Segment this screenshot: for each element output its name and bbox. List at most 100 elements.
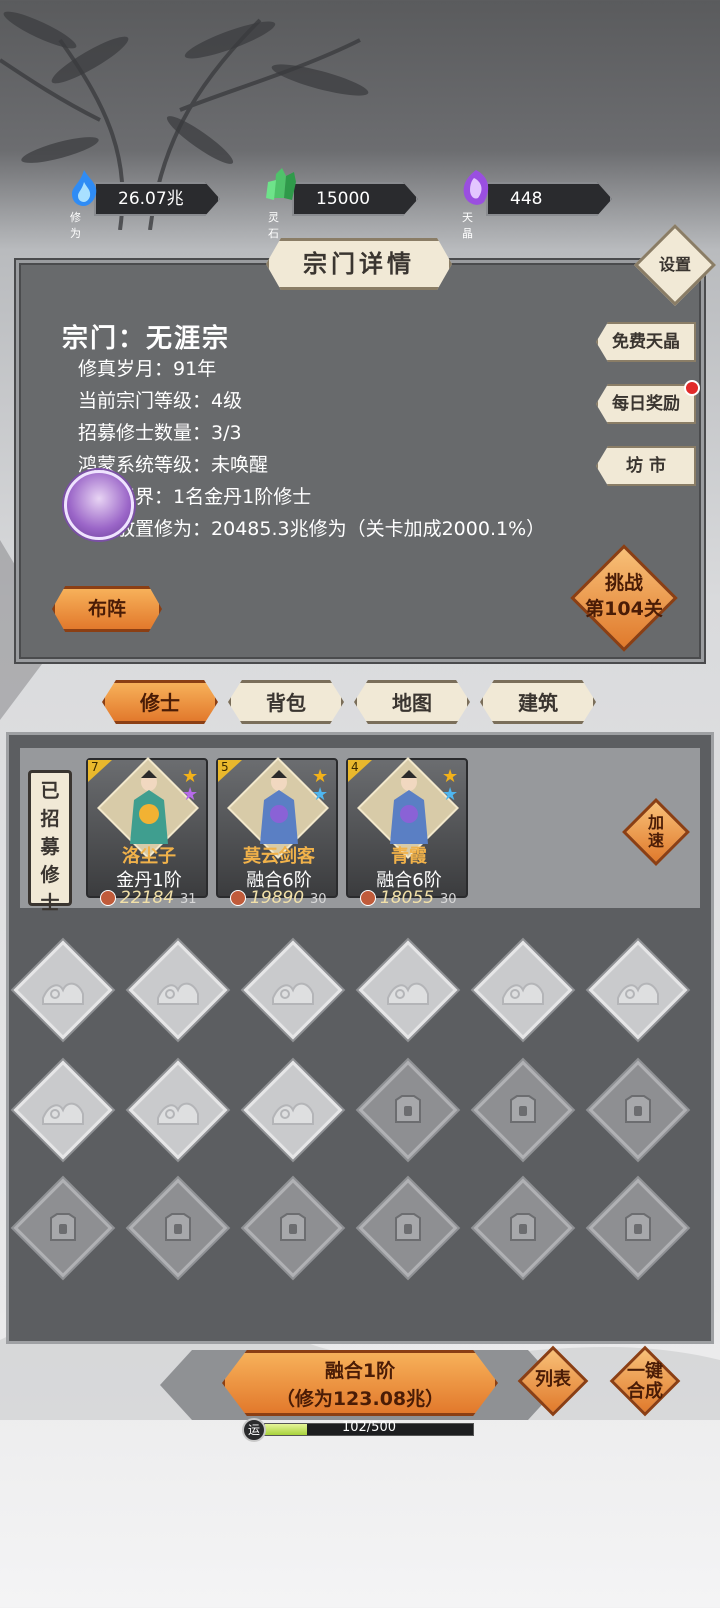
- blue-star-icon: ★: [312, 784, 329, 805]
- resource-label: 修为: [70, 211, 81, 240]
- locked-slot[interactable]: [588, 1060, 688, 1160]
- speedup-button[interactable]: 加速: [622, 798, 690, 866]
- power-icon: [230, 890, 246, 906]
- sect-name: 宗门：无涯宗: [62, 324, 231, 354]
- challenge-line1: 挑战: [604, 572, 643, 594]
- tab-backpack[interactable]: 背包: [228, 680, 344, 724]
- cloud-wave-icon: [502, 982, 544, 1005]
- locked-slot[interactable]: [358, 1178, 458, 1278]
- cloud-wave-icon: [42, 982, 84, 1005]
- lock-icon: [50, 1213, 76, 1241]
- info-key: 修真岁月：: [78, 358, 174, 380]
- empty-slot[interactable]: [13, 940, 113, 1040]
- one-click-merge-button[interactable]: 一键合成: [609, 1345, 681, 1417]
- lock-icon: [395, 1213, 421, 1241]
- empty-slot[interactable]: [588, 940, 688, 1040]
- info-value: 20485.3兆修为（关卡加成2000.1%）: [211, 518, 546, 540]
- cultivator-portrait: [390, 770, 428, 844]
- cultivator-count: 31: [180, 892, 197, 907]
- info-value: 91年: [173, 358, 217, 380]
- cloud-wave-icon: [157, 982, 199, 1005]
- info-value: 1名金丹1阶修士: [173, 486, 312, 508]
- daily-reward-button[interactable]: 每日奖励: [596, 384, 696, 424]
- recruited-label: 已招募修士: [28, 770, 72, 914]
- one-click-label-text: 一键合成: [627, 1361, 663, 1402]
- power-icon: [360, 890, 376, 906]
- lock-icon: [280, 1213, 306, 1241]
- tab-buildings[interactable]: 建筑: [480, 680, 596, 724]
- luck-icon: 运: [242, 1418, 266, 1442]
- cultivator-name: 洛尘子: [122, 846, 176, 867]
- blue-star-icon: ★: [442, 784, 459, 805]
- merge-line2: （修为123.08兆）: [275, 1388, 445, 1410]
- info-value: 3/3: [211, 422, 242, 444]
- cloud-wave-icon: [272, 982, 314, 1005]
- cultivator-count: 30: [440, 892, 457, 907]
- speedup-label: 加速: [632, 814, 680, 850]
- cultivator-power: 18055: [380, 888, 435, 908]
- cultivator-portrait: [130, 770, 168, 844]
- speedup-label-text: 加速: [647, 813, 664, 850]
- merge-button[interactable]: 融合1阶 （修为123.08兆）: [222, 1350, 498, 1416]
- locked-slot[interactable]: [243, 1178, 343, 1278]
- cultivator-card[interactable]: 5 ★ ★ 莫云剑客 融合6阶 19890 30: [216, 757, 338, 908]
- resource-label: 灵石: [268, 211, 279, 240]
- formation-button[interactable]: 布阵: [52, 586, 162, 632]
- challenge-button[interactable]: 挑战 第104关: [570, 544, 678, 652]
- list-button[interactable]: 列表: [517, 1345, 589, 1417]
- empty-slot[interactable]: [243, 1060, 343, 1160]
- locked-slot[interactable]: [473, 1178, 573, 1278]
- resource-value: 448: [486, 182, 612, 216]
- resource-value: 15000: [292, 182, 418, 216]
- locked-slot[interactable]: [358, 1060, 458, 1160]
- info-value: 未唤醒: [211, 454, 269, 476]
- cultivator-card[interactable]: 7 ★ ★ 洛尘子 金丹1阶 22184 31: [86, 757, 208, 908]
- market-button[interactable]: 坊 市: [596, 446, 696, 486]
- info-key: 当前宗门等级：: [78, 390, 212, 412]
- locked-slot[interactable]: [13, 1178, 113, 1278]
- level-badge: 5: [218, 760, 242, 782]
- cultivator-portrait: [260, 770, 298, 844]
- empty-slot[interactable]: [473, 940, 573, 1040]
- info-years: 修真岁月：91年: [78, 354, 216, 381]
- cloud-wave-icon: [42, 1102, 84, 1125]
- locked-slot[interactable]: [128, 1178, 228, 1278]
- luck-progress-text: 102/500: [341, 1420, 396, 1435]
- cultivator-card[interactable]: 4 ★ ★ 青霞 融合6阶 18055 30: [346, 757, 468, 908]
- cloud-wave-icon: [272, 1102, 314, 1125]
- notification-dot: [684, 380, 700, 396]
- power-icon: [100, 890, 116, 906]
- empty-slot[interactable]: [128, 940, 228, 1040]
- list-label: 列表: [535, 1369, 571, 1390]
- lock-icon: [510, 1213, 536, 1241]
- level-badge: 7: [88, 760, 112, 782]
- cloud-wave-icon: [387, 982, 429, 1005]
- info-recruit-count: 招募修士数量：3/3: [78, 418, 242, 445]
- locked-slot[interactable]: [473, 1060, 573, 1160]
- avatar[interactable]: [64, 470, 134, 540]
- lock-icon: [165, 1213, 191, 1241]
- info-daily-idle: 每日放置修为：20485.3兆修为（关卡加成2000.1%）: [78, 514, 545, 541]
- lock-icon: [395, 1095, 421, 1123]
- purple-star-icon: ★: [182, 784, 199, 805]
- settings-label: 设置: [658, 255, 691, 274]
- empty-slot[interactable]: [13, 1060, 113, 1160]
- one-click-label: 一键合成: [610, 1362, 680, 1402]
- cultivator-count: 30: [310, 892, 327, 907]
- recruited-label-text: 已招募修士: [40, 780, 60, 914]
- panel-title: 宗门详情: [266, 238, 452, 290]
- tab-cultivators[interactable]: 修士: [102, 680, 218, 724]
- resource-label: 天晶: [462, 211, 473, 240]
- free-crystal-button[interactable]: 免费天晶: [596, 322, 696, 362]
- lock-icon: [625, 1095, 651, 1123]
- empty-slot[interactable]: [358, 940, 458, 1040]
- level-badge: 4: [348, 760, 372, 782]
- locked-slot[interactable]: [588, 1178, 688, 1278]
- lock-icon: [625, 1213, 651, 1241]
- cultivator-name: 莫云剑客: [243, 846, 315, 867]
- cultivator-name: 青霞: [391, 846, 427, 867]
- empty-slot[interactable]: [128, 1060, 228, 1160]
- lock-icon: [510, 1095, 536, 1123]
- empty-slot[interactable]: [243, 940, 343, 1040]
- tab-map[interactable]: 地图: [354, 680, 470, 724]
